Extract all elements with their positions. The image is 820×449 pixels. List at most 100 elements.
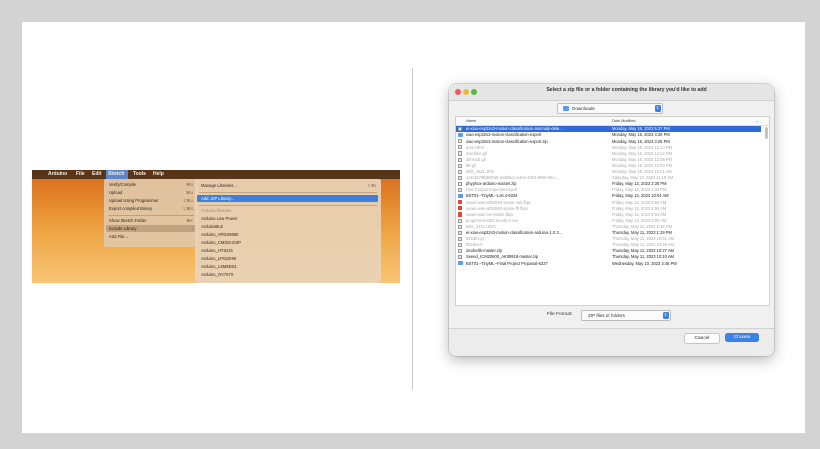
file-name: vowel-wav-wf52840-sense-mel.fbps bbox=[466, 199, 532, 205]
file-name: phyphox-arduino-master.zip bbox=[466, 181, 517, 187]
file-name: IMG_2191.HEIC bbox=[466, 223, 497, 229]
file-date-modified: Monday, May 15, 2023 4:26 PM bbox=[612, 132, 670, 138]
library-item[interactable]: ArduinoBLE bbox=[201, 224, 223, 229]
library-item[interactable]: Arduino_LSM9DS1 bbox=[201, 264, 237, 269]
file-date-modified: Friday, May 12, 2023 10:04 AM bbox=[612, 193, 669, 199]
menu-item-manage-libraries[interactable]: Manage Libraries... bbox=[201, 183, 237, 188]
shortcut-export-binary: ⌥⌘S bbox=[181, 206, 193, 211]
menu-item-export-binary[interactable]: Export compiled Binary bbox=[109, 206, 152, 211]
location-label: Downloads bbox=[572, 105, 595, 111]
file-date-modified: Wednesday, May 10, 2023 4:45 PM bbox=[612, 260, 677, 266]
menu-file[interactable]: File bbox=[76, 171, 85, 178]
file-date-modified: Monday, May 15, 2023 10:21 AM bbox=[612, 169, 672, 175]
zip-file-icon bbox=[458, 139, 462, 144]
document-icon bbox=[458, 151, 462, 156]
menubar: Arduino File Edit Sketch Tools Help bbox=[32, 170, 400, 179]
menu-item-upload[interactable]: Upload bbox=[109, 190, 122, 195]
file-name: IDSdev.h bbox=[466, 242, 483, 248]
library-item[interactable]: Arduino_LPS22HB bbox=[201, 256, 236, 261]
menu-separator bbox=[199, 192, 377, 193]
document-icon bbox=[458, 145, 462, 150]
menu-item-add-zip-library[interactable]: Add .ZIP Library... bbox=[201, 196, 234, 201]
library-item[interactable]: Arduino_CMSIS-DSP bbox=[201, 240, 241, 245]
menu-sketch[interactable]: Sketch bbox=[108, 171, 124, 178]
menu-edit[interactable]: Edit bbox=[92, 171, 101, 178]
submenu-arrow-icon: › bbox=[191, 226, 193, 231]
dialog-buttons: Cancel Choose bbox=[449, 328, 774, 356]
document-icon bbox=[458, 242, 462, 248]
file-name: IMG_1511.JPG bbox=[466, 169, 494, 175]
folder-icon bbox=[458, 133, 463, 137]
popup-chevron-icon: ⇕ bbox=[654, 105, 661, 112]
choose-button[interactable]: Choose bbox=[725, 333, 759, 342]
popup-chevron-icon: ⇕ bbox=[662, 312, 669, 319]
library-item[interactable]: Arduino Low Power bbox=[201, 216, 237, 221]
file-list[interactable]: Name Date Modified ⌄ ei-xiao-esp32s3-mot… bbox=[455, 116, 770, 306]
file-name: progress-test01-month-6.csv bbox=[466, 217, 519, 223]
menu-item-include-library[interactable]: Include Library bbox=[109, 226, 136, 231]
zip-file-icon bbox=[458, 255, 462, 260]
menu-item-show-sketch-folder[interactable]: Show Sketch Folder bbox=[109, 218, 146, 223]
file-name: xiao-esp32s3-motion-classification-expor… bbox=[466, 132, 542, 138]
file-name: 88.gif bbox=[466, 162, 477, 168]
file-date-modified: Monday, May 15, 2023 12:03 PM bbox=[612, 162, 673, 168]
file-date-modified: Thursday, May 11, 2023 10:27 AM bbox=[612, 248, 674, 254]
close-window-icon[interactable] bbox=[455, 89, 461, 95]
file-name: BST01--TinyML--Final Project Proposal-63… bbox=[466, 260, 548, 266]
file-date-modified: Monday, May 15, 2023 12:14 PM bbox=[612, 144, 673, 150]
column-header-name[interactable]: Name bbox=[466, 119, 476, 123]
folder-icon bbox=[458, 261, 463, 266]
file-format-bar: File Format: ZIP files or folders ⇕ bbox=[449, 306, 774, 328]
document-icon bbox=[458, 188, 462, 193]
shortcut-show-sketch-folder: ⌘K bbox=[186, 218, 193, 223]
cancel-button[interactable]: Cancel bbox=[684, 333, 720, 344]
file-date-modified: Thursday, May 11, 2023 10:10 AM bbox=[612, 254, 674, 260]
file-row[interactable]: BST01--TinyML--Final Project Proposal-63… bbox=[456, 260, 761, 266]
zoom-window-icon[interactable] bbox=[471, 89, 477, 95]
file-name: ei-xiao-esp32s3-motion-classification-ar… bbox=[466, 230, 563, 236]
minimize-window-icon[interactable] bbox=[463, 89, 469, 95]
library-item[interactable]: Arduino_OV767X bbox=[201, 272, 234, 277]
file-name: i2cdevlib-master.zip bbox=[466, 248, 502, 254]
include-library-submenu: Manage Libraries... ⇧⌘I Add .ZIP Library… bbox=[195, 179, 381, 283]
file-date-modified: Monday, May 15, 2023 5:37 PM bbox=[612, 126, 670, 132]
section-arduino-libraries: Arduino libraries bbox=[201, 208, 232, 213]
sketch-menu-dropdown: Verify/Compile ⌘R Upload ⌘U Upload Using… bbox=[104, 179, 198, 247]
zip-file-icon bbox=[458, 249, 462, 254]
document-icon bbox=[458, 224, 462, 229]
location-popup[interactable]: Downloads ⇕ bbox=[557, 103, 663, 114]
library-item[interactable]: Arduino_HTS221 bbox=[201, 248, 233, 253]
pdf-file-icon bbox=[458, 212, 462, 217]
file-name: Seeed_ICM20600_AK09918-master.zip bbox=[466, 254, 539, 260]
file-date-modified: Friday, May 12, 2023 8:56 AM bbox=[612, 199, 667, 205]
file-date-modified: Friday, May 12, 2023 8:54 AM bbox=[612, 211, 667, 217]
column-header-date-modified[interactable]: Date Modified bbox=[612, 119, 635, 123]
menu-tools[interactable]: Tools bbox=[133, 171, 146, 178]
library-item[interactable]: Arduino_APDS9960 bbox=[201, 232, 238, 237]
zip-file-icon bbox=[458, 230, 462, 235]
file-name: dimloral.gif bbox=[466, 156, 486, 162]
menu-item-verify[interactable]: Verify/Compile bbox=[109, 182, 136, 187]
menu-item-upload-programmer[interactable]: Upload Using Programmer bbox=[109, 198, 159, 203]
zip-file-icon bbox=[458, 127, 462, 132]
file-format-value: ZIP files or folders bbox=[588, 312, 625, 318]
menu-item-add-file[interactable]: Add File... bbox=[109, 234, 128, 239]
dialog-titlebar: Select a zip file or a folder containing… bbox=[449, 84, 774, 101]
folder-icon bbox=[458, 194, 463, 198]
menu-help[interactable]: Help bbox=[153, 171, 164, 178]
file-date-modified: Thursday, May 11, 2023 1:29 PM bbox=[612, 230, 672, 236]
file-date-modified: Friday, May 12, 2023 8:56 AM bbox=[612, 205, 667, 211]
pdf-file-icon bbox=[458, 200, 462, 205]
file-date-modified: Thursday, May 11, 2023 10:49 AM bbox=[612, 242, 674, 248]
file-date-modified: Friday, May 12, 2023 3:35 PM bbox=[612, 181, 667, 187]
folder-icon bbox=[563, 106, 569, 111]
scrollbar[interactable] bbox=[765, 127, 768, 139]
file-date-modified: Monday, May 15, 2023 12:08 PM bbox=[612, 156, 673, 162]
sort-chevron-icon: ⌄ bbox=[755, 118, 759, 123]
shortcut-manage-libraries: ⇧⌘I bbox=[367, 183, 376, 188]
file-date-modified: Thursday, May 11, 2023 10:51 AM bbox=[612, 236, 674, 242]
shortcut-verify: ⌘R bbox=[186, 182, 193, 187]
menu-arduino[interactable]: Arduino bbox=[48, 171, 67, 178]
file-date-modified: Friday, May 12, 2023 8:09 AM bbox=[612, 217, 667, 223]
file-format-select[interactable]: ZIP files or folders ⇕ bbox=[581, 310, 671, 321]
